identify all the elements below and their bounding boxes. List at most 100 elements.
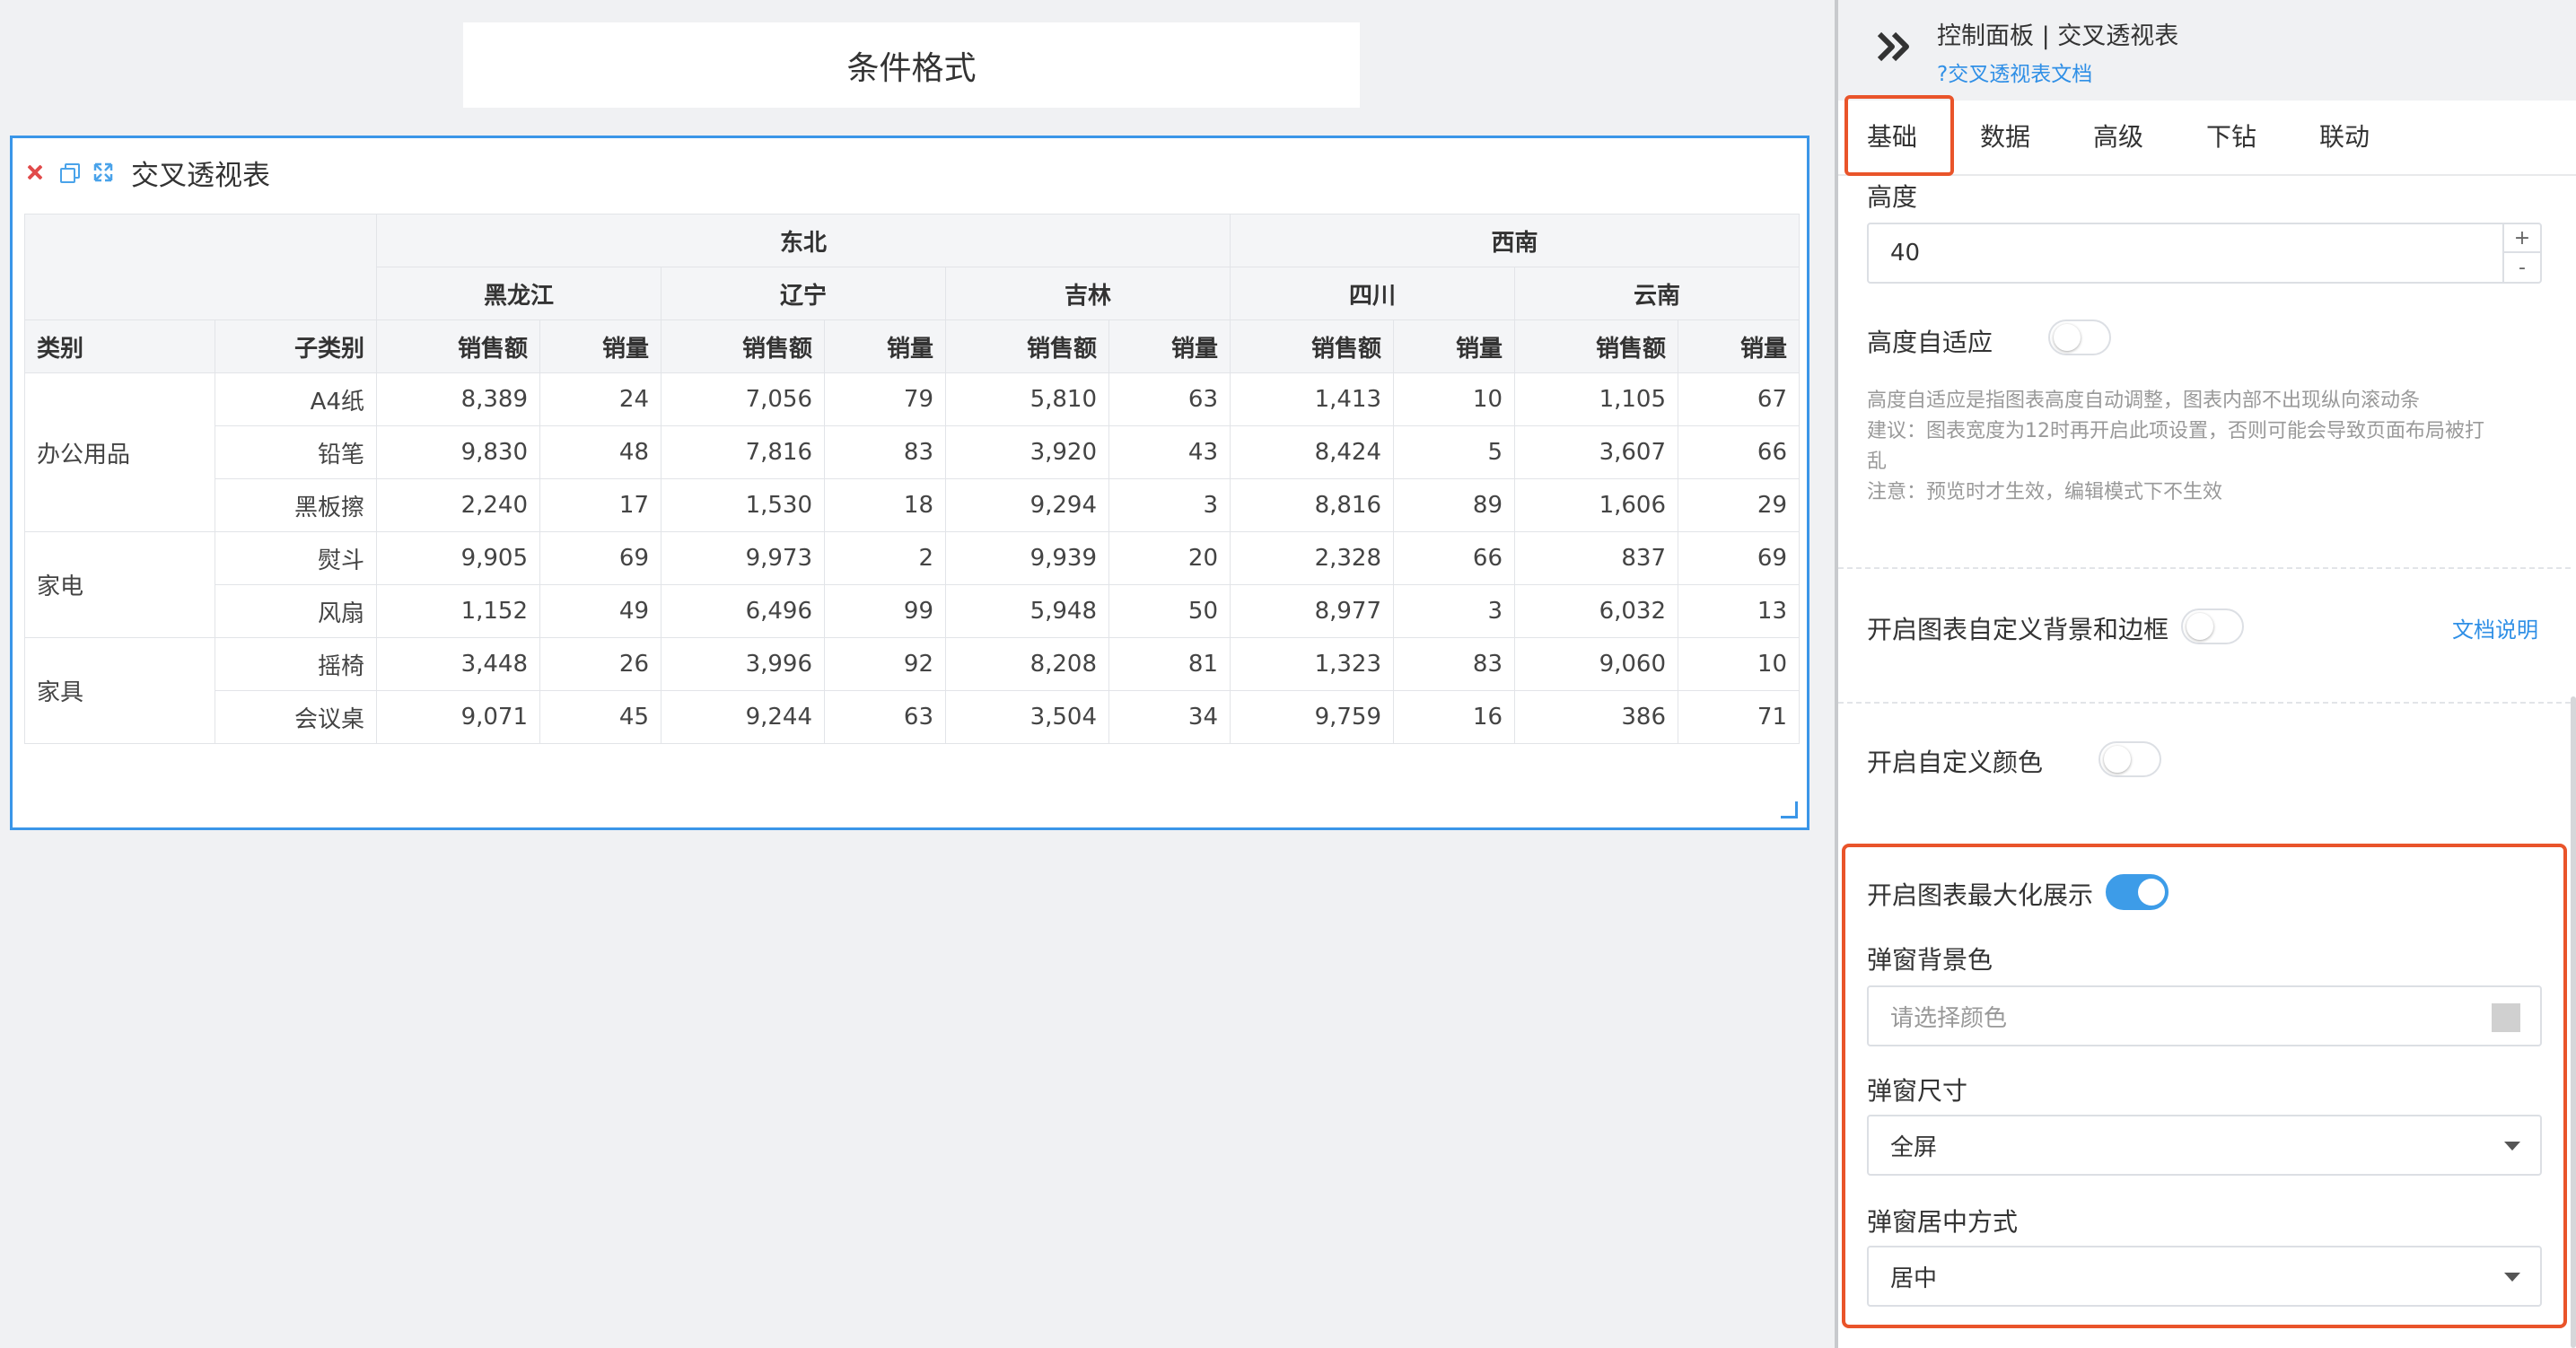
metric-header[interactable]: 销售额 <box>945 319 1109 373</box>
sales-cell: 1,413 <box>1230 372 1394 426</box>
auto-height-toggle[interactable] <box>2048 319 2111 355</box>
custom-color-label: 开启自定义颜色 <box>1867 748 2044 777</box>
sales-cell: 6,496 <box>661 584 825 638</box>
sales-cell: 9,060 <box>1514 637 1678 691</box>
qty-cell: 66 <box>1678 425 1800 479</box>
sales-cell: 9,830 <box>376 425 540 479</box>
corner-cell <box>24 214 377 320</box>
expand-icon[interactable] <box>93 162 113 182</box>
toggle-knob <box>2104 746 2131 773</box>
qty-cell: 69 <box>1678 531 1800 585</box>
sales-cell: 9,294 <box>945 478 1109 532</box>
metric-header[interactable]: 销量 <box>824 319 946 373</box>
pivot-table-widget[interactable]: 交叉透视表 东北 西南 黑龙江 辽宁 吉林 四川 云南 类别 子类别 销售额 销… <box>10 136 1809 830</box>
qty-cell: 17 <box>539 478 662 532</box>
pivot-doc-link[interactable]: ?交叉透视表文档 <box>1937 57 2092 87</box>
metric-header[interactable]: 销量 <box>539 319 662 373</box>
subcategory-cell: 熨斗 <box>215 531 377 585</box>
subcategory-cell: 摇椅 <box>215 637 377 691</box>
tab-data[interactable]: 数据 <box>1980 101 2030 174</box>
text-widget-label: 条件格式 <box>846 49 977 87</box>
custom-color-toggle[interactable] <box>2098 741 2161 777</box>
qty-cell: 16 <box>1393 690 1515 744</box>
province-header[interactable]: 云南 <box>1514 267 1800 320</box>
metric-header[interactable]: 销售额 <box>1230 319 1394 373</box>
qty-cell: 2 <box>824 531 946 585</box>
table-row: 会议桌 9,071 45 9,244 63 3,504 34 9,759 16 386 71 <box>25 690 1800 744</box>
copy-icon[interactable] <box>59 162 80 183</box>
qty-cell: 13 <box>1678 584 1800 638</box>
metric-header[interactable]: 销量 <box>1393 319 1515 373</box>
stepper-minus-button[interactable]: - <box>2504 253 2540 282</box>
province-header[interactable]: 辽宁 <box>661 267 946 320</box>
sales-cell: 6,032 <box>1514 584 1678 638</box>
text-widget-title[interactable]: 条件格式 <box>463 22 1360 108</box>
qty-cell: 3 <box>1108 478 1231 532</box>
table-row: 风扇 1,152 49 6,496 99 5,948 50 8,977 3 6,032 13 <box>25 584 1800 638</box>
sales-cell: 1,323 <box>1230 637 1394 691</box>
qty-cell: 48 <box>539 425 662 479</box>
section-divider <box>1838 567 2571 569</box>
qty-cell: 79 <box>824 372 946 426</box>
panel-scrollbar[interactable] <box>2571 696 2576 1348</box>
close-icon[interactable] <box>25 162 45 182</box>
sales-cell: 1,152 <box>376 584 540 638</box>
header-row-metrics: 类别 子类别 销售额 销量 销售额 销量 销售额 销量 销售额 销量 销售额 销… <box>24 319 1800 373</box>
metric-header[interactable]: 销量 <box>1678 319 1800 373</box>
qty-cell: 69 <box>539 531 662 585</box>
qty-cell: 63 <box>824 690 946 744</box>
metric-header[interactable]: 销售额 <box>661 319 825 373</box>
widget-toolbar: 交叉透视表 <box>25 154 270 192</box>
qty-cell: 43 <box>1108 425 1231 479</box>
panel-header: 控制面板 | 交叉透视表 ?交叉透视表文档 <box>1838 0 2576 101</box>
stepper-plus-button[interactable]: + <box>2504 224 2540 253</box>
subcategory-header[interactable]: 子类别 <box>215 319 377 373</box>
qty-cell: 50 <box>1108 584 1231 638</box>
custom-bg-toggle[interactable] <box>2181 608 2244 644</box>
sales-cell: 1,606 <box>1514 478 1678 532</box>
sales-cell: 9,071 <box>376 690 540 744</box>
region-header[interactable]: 西南 <box>1230 214 1800 267</box>
sales-cell: 2,328 <box>1230 531 1394 585</box>
sales-cell: 3,996 <box>661 637 825 691</box>
region-header[interactable]: 东北 <box>376 214 1231 267</box>
height-stepper[interactable]: + - <box>2502 224 2540 282</box>
qty-cell: 83 <box>824 425 946 479</box>
metric-header[interactable]: 销量 <box>1108 319 1231 373</box>
collapse-panel-icon[interactable] <box>1874 31 1915 63</box>
category-cell: 办公用品 <box>24 372 215 532</box>
qty-cell: 24 <box>539 372 662 426</box>
sales-cell: 9,939 <box>945 531 1109 585</box>
metric-header[interactable]: 销售额 <box>1514 319 1678 373</box>
auto-height-label: 高度自适应 <box>1867 328 1993 357</box>
canvas-area: 条件格式 交叉透视表 东北 西南 黑龙江 辽宁 吉林 四川 云南 类别 子类别 … <box>0 0 1835 1348</box>
auto-height-hint: 注意：预览时才生效，编辑模式下不生效 <box>1867 481 2223 503</box>
sales-cell: 1,105 <box>1514 372 1678 426</box>
tab-advanced[interactable]: 高级 <box>2093 101 2143 174</box>
table-row: 黑板擦 2,240 17 1,530 18 9,294 3 8,816 89 1,606 29 <box>25 478 1800 532</box>
qty-cell: 81 <box>1108 637 1231 691</box>
qty-cell: 99 <box>824 584 946 638</box>
tab-drilldown[interactable]: 下钻 <box>2206 101 2256 174</box>
province-header[interactable]: 四川 <box>1230 267 1515 320</box>
province-header[interactable]: 黑龙江 <box>376 267 662 320</box>
qty-cell: 34 <box>1108 690 1231 744</box>
panel-title: 控制面板 | 交叉透视表 <box>1937 22 2179 50</box>
resize-handle[interactable] <box>1781 801 1798 818</box>
subcategory-cell: 会议桌 <box>215 690 377 744</box>
sales-cell: 837 <box>1514 531 1678 585</box>
metric-header[interactable]: 销售额 <box>376 319 540 373</box>
sales-cell: 9,759 <box>1230 690 1394 744</box>
auto-height-hint: 建议：图表宽度为12时再开启此项设置，否则可能会导致页面布局被打 <box>1867 420 2484 442</box>
tab-linkage[interactable]: 联动 <box>2319 101 2370 174</box>
height-label: 高度 <box>1867 182 1918 212</box>
height-input[interactable]: 40 + - <box>1867 223 2542 284</box>
table-row: 铅笔 9,830 48 7,816 83 3,920 43 8,424 5 3,607 66 <box>25 425 1800 479</box>
province-header[interactable]: 吉林 <box>945 267 1231 320</box>
category-header[interactable]: 类别 <box>24 319 215 373</box>
subcategory-cell: 黑板擦 <box>215 478 377 532</box>
sales-cell: 3,448 <box>376 637 540 691</box>
custom-bg-doc-link[interactable]: 文档说明 <box>2452 612 2538 643</box>
auto-height-hint: 乱 <box>1867 451 1888 473</box>
qty-cell: 49 <box>539 584 662 638</box>
